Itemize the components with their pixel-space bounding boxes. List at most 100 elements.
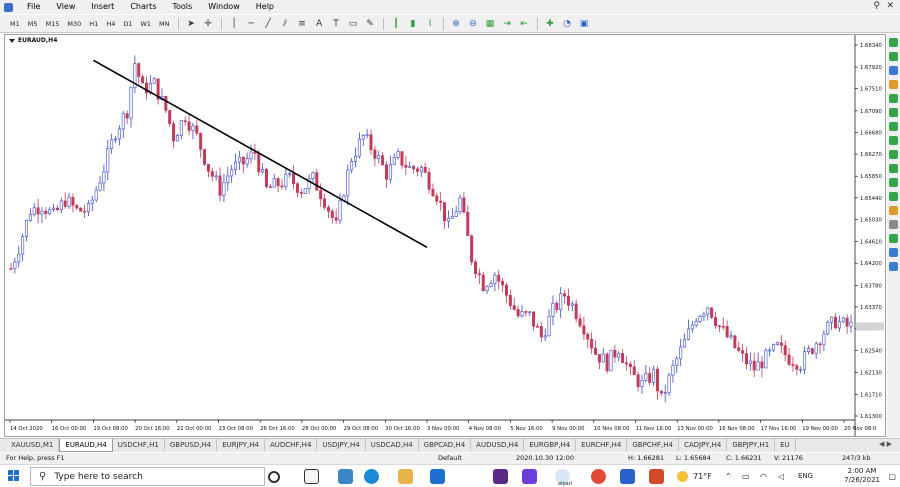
- green-flag-icon[interactable]: [889, 150, 898, 159]
- timeframe-m30[interactable]: M30: [63, 17, 85, 31]
- close-icon[interactable]: ✕: [886, 1, 894, 11]
- chart-tab[interactable]: EURGBP,H4: [524, 439, 577, 451]
- timeframe-h1[interactable]: H1: [85, 17, 102, 31]
- menu-charts[interactable]: Charts: [122, 0, 164, 14]
- notifications-icon[interactable]: ▢: [888, 472, 896, 481]
- menu-file[interactable]: File: [19, 0, 48, 14]
- task-view-icon[interactable]: [304, 469, 319, 484]
- menu-insert[interactable]: Insert: [83, 0, 122, 14]
- chrome-icon[interactable]: [591, 469, 606, 484]
- wifi-icon[interactable]: ◠: [760, 472, 767, 481]
- word-icon[interactable]: [620, 469, 635, 484]
- templates-icon[interactable]: ▣: [576, 17, 593, 31]
- periods-clock-icon[interactable]: ◔: [559, 17, 576, 31]
- chart-tab[interactable]: EURAUD,H4: [59, 439, 113, 452]
- tab-scroll-arrows-icon[interactable]: ◀ ▶: [879, 440, 892, 448]
- edge-icon[interactable]: [338, 469, 353, 484]
- auto-scroll-icon[interactable]: ⇥: [499, 17, 516, 31]
- timeframe-h4[interactable]: H4: [102, 17, 119, 31]
- line-chart-icon[interactable]: ⌇: [422, 17, 439, 31]
- text-icon[interactable]: A: [311, 17, 328, 31]
- equidistant-channel-icon[interactable]: ⫽: [277, 17, 294, 31]
- windows-start-icon[interactable]: [8, 470, 20, 482]
- chart-tab[interactable]: GBPCHF,H4: [627, 439, 679, 451]
- bar-chart-icon[interactable]: ┃: [388, 17, 405, 31]
- menu-window[interactable]: Window: [200, 0, 248, 14]
- timeframe-w1[interactable]: W1: [136, 17, 155, 31]
- timeframe-m15[interactable]: M15: [42, 17, 64, 31]
- zoom-out-icon[interactable]: ⊖: [465, 17, 482, 31]
- taskbar-search[interactable]: ⚲ Type here to search: [30, 467, 265, 486]
- blue-window-icon[interactable]: [889, 66, 898, 75]
- crosshair-icon[interactable]: ✛: [200, 17, 217, 31]
- weather-sun-icon[interactable]: [677, 471, 688, 482]
- network-icon[interactable]: ▭: [742, 472, 750, 481]
- media-app-icon[interactable]: [522, 469, 537, 484]
- chart-tab[interactable]: USDCAD,H4: [366, 439, 419, 451]
- chart-window[interactable]: 1.68340 1.67920 1.67510 1.67090 1.66680 1.662…: [4, 34, 886, 437]
- powerpoint-icon[interactable]: [649, 469, 664, 484]
- orange-folder-icon[interactable]: [889, 206, 898, 215]
- tile-windows-icon[interactable]: ▦: [482, 17, 499, 31]
- chart-tab[interactable]: AUDUSD,H4: [471, 439, 525, 451]
- fibonacci-icon[interactable]: ≡: [294, 17, 311, 31]
- zoom-in-icon[interactable]: ⊕: [448, 17, 465, 31]
- chart-tab[interactable]: EU: [775, 439, 796, 451]
- edge-browser-icon[interactable]: [364, 469, 379, 484]
- search-icon[interactable]: ⚲: [873, 1, 880, 11]
- candlestick-chart-icon[interactable]: ▮: [405, 17, 422, 31]
- gray-lock-icon[interactable]: [889, 220, 898, 229]
- cursor-icon[interactable]: ➤: [183, 17, 200, 31]
- volume-icon[interactable]: ◁: [778, 472, 784, 481]
- green-flag-icon[interactable]: [889, 234, 898, 243]
- menu-view[interactable]: View: [48, 0, 83, 14]
- blue-window-icon[interactable]: [889, 262, 898, 271]
- horizontal-line-icon[interactable]: ─: [243, 17, 260, 31]
- green-flag-icon[interactable]: [889, 108, 898, 117]
- green-flag-icon[interactable]: [889, 164, 898, 173]
- timeframe-mn[interactable]: MN: [155, 17, 173, 31]
- green-flag-icon[interactable]: [889, 94, 898, 103]
- green-flag-icon[interactable]: [889, 52, 898, 61]
- vertical-line-icon[interactable]: │: [226, 17, 243, 31]
- green-flag-icon[interactable]: [889, 178, 898, 187]
- chart-tab[interactable]: USDCHF,H1: [113, 439, 165, 451]
- timeframe-m5[interactable]: M5: [24, 17, 42, 31]
- chart-tab[interactable]: EURCHF,H4: [576, 439, 628, 451]
- clock[interactable]: 2:00 AM 7/26/2021: [844, 467, 880, 485]
- shapes-dropdown-icon[interactable]: ✎: [362, 17, 379, 31]
- timeframe-d1[interactable]: D1: [119, 17, 136, 31]
- metatrader-app-icon[interactable]: [4, 2, 13, 12]
- green-flag-icon[interactable]: [889, 122, 898, 131]
- timeframe-m1[interactable]: M1: [6, 17, 24, 31]
- chart-tab[interactable]: CADJPY,H4: [679, 439, 728, 451]
- chart-tab[interactable]: XAUUSD,M1: [6, 439, 60, 451]
- cortana-icon[interactable]: [268, 471, 280, 483]
- blue-window-icon[interactable]: [889, 248, 898, 257]
- store-icon[interactable]: [430, 469, 445, 484]
- rectangle-icon[interactable]: ▭: [345, 17, 362, 31]
- premiere-icon[interactable]: [493, 469, 508, 484]
- chart-tab[interactable]: GBPJPY,H1: [727, 439, 776, 451]
- indicators-icon[interactable]: ✚: [542, 17, 559, 31]
- trendline-icon[interactable]: ╱: [260, 17, 277, 31]
- text-label-icon[interactable]: T: [328, 17, 345, 31]
- chart-shift-icon[interactable]: ⇤: [516, 17, 533, 31]
- chart-tab[interactable]: GBPUSD,H4: [165, 439, 218, 451]
- green-flag-icon[interactable]: [889, 38, 898, 47]
- chart-tab[interactable]: GBPCAD,H4: [419, 439, 472, 451]
- green-flag-icon[interactable]: [889, 192, 898, 201]
- menu-tools[interactable]: Tools: [164, 0, 200, 14]
- orange-folder-icon[interactable]: [889, 80, 898, 89]
- price-chart[interactable]: 1.68340 1.67920 1.67510 1.67090 1.66680 1.662…: [5, 35, 885, 436]
- candle-body: [586, 333, 590, 340]
- file-explorer-icon[interactable]: [398, 469, 413, 484]
- chart-tab[interactable]: AUDCHF,H4: [265, 439, 318, 451]
- chart-tab[interactable]: EURJPY,H4: [217, 439, 265, 451]
- language-indicator[interactable]: ENG: [798, 472, 813, 480]
- candle-body: [164, 96, 168, 111]
- chart-tab[interactable]: USDJPY,H4: [317, 439, 366, 451]
- menu-help[interactable]: Help: [248, 0, 282, 14]
- tray-chevron-icon[interactable]: ⌃: [725, 472, 732, 481]
- green-flag-icon[interactable]: [889, 136, 898, 145]
